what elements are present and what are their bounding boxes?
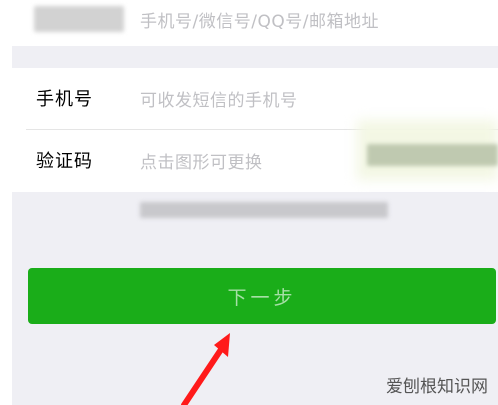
- code-input[interactable]: 点击图形可更换: [140, 148, 263, 173]
- account-input[interactable]: 手机号/微信号/QQ号/邮箱地址: [140, 7, 379, 32]
- watermark: 爱刨根知识网: [386, 377, 488, 397]
- phone-label: 手机号: [36, 89, 93, 110]
- captcha-image[interactable]: [367, 144, 498, 166]
- red-arrow-icon: [181, 333, 230, 405]
- code-label: 验证码: [36, 151, 93, 172]
- screen: 手机号/微信号/QQ号/邮箱地址 手机号 可收发短信的手机号 验证码 点击图形可…: [12, 0, 498, 405]
- next-button[interactable]: 下一步: [28, 268, 496, 324]
- account-card: 手机号/微信号/QQ号/邮箱地址: [12, 0, 498, 46]
- blurred-note: [140, 202, 388, 218]
- blurred-account-label: [34, 6, 124, 32]
- phone-input[interactable]: 可收发短信的手机号: [140, 86, 298, 111]
